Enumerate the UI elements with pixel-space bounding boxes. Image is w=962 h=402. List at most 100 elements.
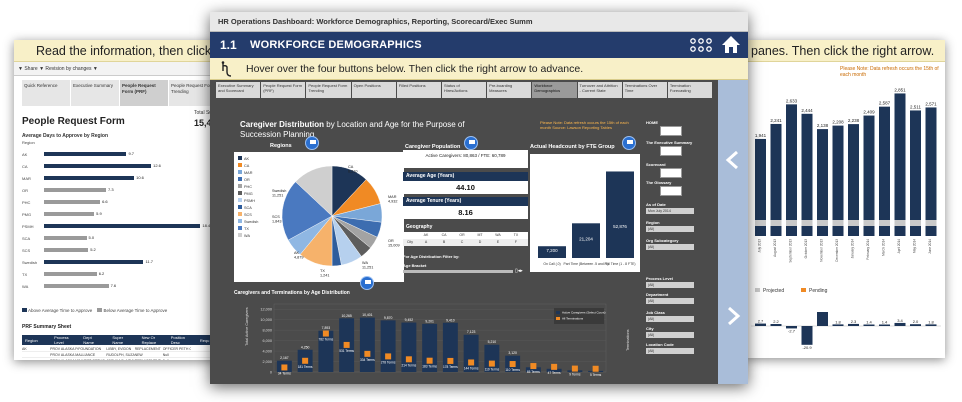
table-cell: RUDOLPH, SUZANNE [106, 353, 135, 357]
approve-bar-label: Region [22, 140, 35, 145]
regions-flag-button-icon[interactable] [305, 136, 319, 150]
headcount-flag-button-icon[interactable] [622, 136, 636, 150]
termination-marker[interactable] [530, 363, 537, 370]
approve-bar [44, 164, 152, 168]
variance-bar [925, 324, 937, 326]
dashboard-tab[interactable]: Termination Forecasting [667, 82, 713, 98]
filter-nav-icon[interactable] [660, 146, 682, 156]
approve-bar-row: AK 9.7 [22, 151, 217, 157]
dashboard-tab[interactable]: People Request Form (PRF) [261, 82, 306, 98]
headcount-bar[interactable] [606, 171, 634, 258]
region-legend-item[interactable]: Swedish [238, 219, 262, 226]
filter-select[interactable]: (All) [646, 282, 694, 288]
age-bar-value: 7,123 [467, 330, 476, 334]
age-bar[interactable] [359, 317, 375, 372]
filter-select[interactable]: (All) [646, 316, 694, 322]
termination-label: 34 Terms [278, 371, 291, 375]
region-legend-item[interactable]: CA [238, 163, 262, 170]
legend-below: Below Average Time to Approve [103, 308, 168, 313]
pie-label: TX [320, 269, 325, 273]
table-row[interactable]: PROV ALASKA MED CTR (HA)3 WEST ORTHOJOSH… [22, 358, 219, 360]
termination-marker[interactable] [322, 330, 329, 337]
legend-swatch-below [97, 308, 103, 312]
termination-marker[interactable] [509, 361, 516, 368]
geo-cell: D [478, 240, 482, 244]
termination-marker[interactable] [302, 357, 309, 364]
pie-label: MAR [388, 195, 397, 199]
age-bar-value: 2,167 [280, 356, 289, 360]
termination-marker[interactable] [426, 357, 433, 364]
filter-nav-icon[interactable] [660, 186, 682, 196]
region-legend-item[interactable]: PSMH [238, 198, 262, 205]
slider-stepper-icon[interactable]: ▯◂▸ [515, 268, 527, 274]
filter-select[interactable]: (All) [646, 332, 694, 338]
termination-marker[interactable] [551, 363, 558, 370]
age-distribution-panel: Caregivers and Terminations by Age Distr… [234, 290, 642, 382]
age-ytick: 0 [270, 371, 272, 375]
region-legend-item[interactable]: TX [238, 226, 262, 233]
dashboard-tab[interactable]: Open Positions [351, 82, 396, 98]
filter-select[interactable]: Mon July 2014 [646, 208, 694, 214]
termination-marker[interactable] [571, 365, 578, 372]
termination-marker[interactable] [281, 364, 288, 371]
table-cell: OFFICER PETH OR [162, 347, 191, 351]
headcount-bar-chart: 7,200 On Call (.0) 21,204 Part Time (Betwee… [530, 154, 640, 272]
filter-nav-icon[interactable] [660, 126, 682, 136]
left-toolbar[interactable]: ▼ Share ▼ Revision by changes ▼ [14, 62, 219, 76]
menu-grid-icon[interactable] [690, 37, 712, 53]
termination-label: 144 Terms [464, 366, 479, 370]
termination-marker[interactable] [592, 365, 599, 372]
left-tab-quick-reference[interactable]: Quick Reference [22, 80, 70, 106]
termination-marker[interactable] [405, 356, 412, 363]
region-legend-item[interactable]: WA [238, 233, 262, 240]
previous-arrow-icon[interactable] [724, 150, 742, 170]
termination-marker[interactable] [468, 359, 475, 366]
termination-marker[interactable] [447, 357, 454, 364]
projected-bar-value: 2,138 [817, 123, 829, 128]
termination-marker[interactable] [488, 360, 495, 367]
pie-label-value: 1,843 [272, 220, 282, 224]
age-distribution-flag-button-icon[interactable] [360, 276, 374, 290]
dashboard-tab[interactable]: Terminations Over Time [622, 82, 667, 98]
dashboard-tab[interactable]: Turnover and Attrition - Current State [577, 82, 622, 98]
projected-bar-base [910, 220, 921, 226]
termination-label: 278 Terms [381, 360, 396, 364]
age-bracket-slider[interactable] [403, 270, 513, 273]
left-tab-executive-summary[interactable]: Executive Summary [71, 80, 119, 106]
filter-select[interactable]: (All) [646, 226, 694, 232]
region-legend-item[interactable]: MAR [238, 170, 262, 177]
filter-select[interactable]: (All) [646, 298, 694, 304]
variance-value: 3.4 [897, 318, 903, 323]
dashboard-tab[interactable]: Executive Summary and Scorecard [216, 82, 261, 98]
legend-projected-swatch [755, 288, 760, 292]
dashboard-tab[interactable]: Status of Hires/Actions [441, 82, 487, 98]
dashboard-tab[interactable]: Workforce Demographics [532, 82, 577, 98]
left-tab-prf[interactable]: People Request Form (PRF) [120, 80, 168, 106]
dashboard-tab[interactable]: Pre-boarding Measures [487, 82, 532, 98]
filter-nav-icon[interactable] [660, 168, 682, 178]
region-legend-item[interactable]: SCS [238, 212, 262, 219]
region-legend-item[interactable]: PHC [238, 184, 262, 191]
age-ytick: 8,000 [262, 329, 272, 333]
dashboard-tab[interactable]: People Request Form Trending [306, 82, 351, 98]
dashboard-tab[interactable]: Filled Positions [396, 82, 441, 98]
variance-value: 2.7 [758, 319, 764, 324]
age-bar-value: 9,452 [405, 318, 414, 322]
termination-marker[interactable] [364, 350, 371, 357]
region-legend-item[interactable]: AK [238, 156, 262, 163]
home-icon[interactable] [721, 35, 741, 54]
filter-select[interactable]: (All) [646, 244, 694, 250]
population-flag-button-icon[interactable] [464, 136, 478, 150]
termination-marker[interactable] [385, 353, 392, 360]
region-legend-item[interactable]: OR [238, 177, 262, 184]
left-instruction-text: Read the information, then click the HO [36, 44, 219, 58]
region-legend-item[interactable]: SCA [238, 205, 262, 212]
filter-select[interactable]: (All) [646, 348, 694, 354]
termination-marker[interactable] [343, 341, 350, 348]
geo-cell: B [442, 240, 446, 244]
variance-bar [894, 322, 906, 326]
next-arrow-icon[interactable] [724, 306, 742, 326]
region-legend-item[interactable]: PMG [238, 191, 262, 198]
region-legend-label: TX [244, 227, 249, 231]
approve-bar-value: 7.3 [108, 187, 114, 192]
